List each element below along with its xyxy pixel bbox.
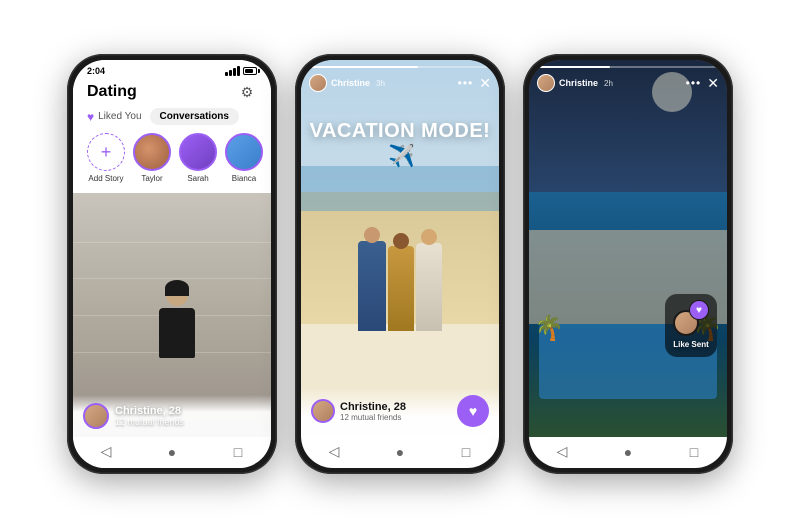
recent-button[interactable]: □ bbox=[224, 444, 252, 460]
like-sent-label: Like Sent bbox=[673, 340, 709, 349]
profile-info-overlay: Christine, 28 12 mutual friends bbox=[73, 395, 271, 437]
status-bar-1: 2:04 bbox=[73, 60, 271, 78]
add-story-label: Add Story bbox=[88, 174, 123, 183]
phones-container: 2:04 Dating ⚙ bbox=[0, 0, 800, 528]
story-person-name: Christine, 28 bbox=[340, 401, 406, 413]
beach-scene bbox=[301, 60, 499, 437]
home-button-3[interactable]: ● bbox=[614, 444, 642, 460]
status-icons bbox=[225, 66, 257, 76]
vacation-mode-text: VACATION MODE! bbox=[310, 120, 491, 142]
phone-dating: 2:04 Dating ⚙ bbox=[67, 54, 277, 474]
dating-tabs: ♥ Liked You Conversations bbox=[73, 108, 271, 133]
story-more-button-3[interactable]: ••• bbox=[686, 76, 702, 90]
home-button-2[interactable]: ● bbox=[386, 444, 414, 460]
phone-story-beach: Christine 3h ••• ✕ VACATION MODE!✈️ bbox=[295, 54, 505, 474]
story-top-bar-3: Christine 2h ••• ✕ bbox=[529, 60, 727, 92]
story-label-sarah: Sarah bbox=[187, 174, 208, 183]
story-beach-fullscreen[interactable]: Christine 3h ••• ✕ VACATION MODE!✈️ bbox=[301, 60, 499, 437]
beach-people bbox=[358, 241, 442, 331]
story-progress-fill bbox=[309, 66, 418, 68]
story-username-3: Christine bbox=[559, 78, 598, 88]
story-username: Christine bbox=[331, 78, 370, 88]
story-avatar-taylor[interactable] bbox=[133, 133, 171, 171]
dating-header: Dating ⚙ bbox=[73, 78, 271, 108]
story-item-taylor[interactable]: Taylor bbox=[133, 133, 171, 183]
story-profile-avatar bbox=[311, 399, 335, 423]
story-more-button[interactable]: ••• bbox=[458, 76, 474, 90]
story-info-bottom: Christine, 28 12 mutual friends ♥ bbox=[301, 387, 499, 437]
story-pool-fullscreen[interactable]: 🌴 🌴 Christine 2h • bbox=[529, 60, 727, 437]
stories-row: + Add Story Taylor Sarah Bianca › S bbox=[73, 133, 271, 193]
gear-icon[interactable]: ⚙ bbox=[237, 82, 257, 102]
profile-person-silhouette bbox=[152, 284, 202, 364]
story-progress-track-3 bbox=[537, 66, 719, 68]
profile-name: Christine, 28 bbox=[115, 405, 261, 417]
profile-mutual-friends: 12 mutual friends bbox=[115, 417, 261, 427]
nav-bar-3: ◁ ● □ bbox=[529, 437, 727, 468]
story-avatar-sarah[interactable] bbox=[179, 133, 217, 171]
back-button-3[interactable]: ◁ bbox=[548, 443, 576, 460]
story-person-mutual: 12 mutual friends bbox=[340, 413, 406, 422]
story-progress-fill-3 bbox=[537, 66, 610, 68]
like-sent-bubble: ♥ Like Sent bbox=[665, 294, 717, 357]
story-label-bianca: Bianca bbox=[232, 174, 256, 183]
profile-card[interactable]: Christine, 28 12 mutual friends bbox=[73, 193, 271, 437]
home-button[interactable]: ● bbox=[158, 444, 186, 460]
like-sent-heart-icon: ♥ bbox=[689, 300, 709, 320]
story-avatar-bianca[interactable] bbox=[225, 133, 263, 171]
back-button-2[interactable]: ◁ bbox=[320, 443, 348, 460]
nav-bar-2: ◁ ● □ bbox=[301, 437, 499, 468]
time-display: 2:04 bbox=[87, 66, 105, 76]
recent-button-2[interactable]: □ bbox=[452, 444, 480, 460]
like-sent-avatars: ♥ bbox=[673, 300, 709, 336]
story-time-3: 2h bbox=[604, 79, 613, 88]
story-item-sarah[interactable]: Sarah bbox=[179, 133, 217, 183]
story-item-bianca[interactable]: Bianca bbox=[225, 133, 263, 183]
nav-bar-1: ◁ ● □ bbox=[73, 437, 271, 468]
palm-tree-left: 🌴 bbox=[534, 314, 564, 343]
story-time: 3h bbox=[376, 79, 385, 88]
add-story-button[interactable]: + bbox=[87, 133, 125, 171]
story-close-button-3[interactable]: ✕ bbox=[707, 76, 719, 90]
story-close-button[interactable]: ✕ bbox=[479, 76, 491, 90]
heart-like-button[interactable]: ♥ bbox=[457, 395, 489, 427]
story-user-avatar bbox=[309, 74, 327, 92]
dating-title: Dating bbox=[87, 83, 137, 101]
story-item-add[interactable]: + Add Story bbox=[87, 133, 125, 183]
tab-liked-you[interactable]: ♥ Liked You bbox=[87, 110, 142, 124]
story-label-taylor: Taylor bbox=[141, 174, 162, 183]
story-top-bar-2: Christine 3h ••• ✕ bbox=[301, 60, 499, 92]
recent-button-3[interactable]: □ bbox=[680, 444, 708, 460]
story-progress-track bbox=[309, 66, 491, 68]
plane-emoji: ✈️ bbox=[388, 143, 415, 168]
story-user-avatar-3 bbox=[537, 74, 555, 92]
back-button[interactable]: ◁ bbox=[92, 443, 120, 460]
profile-mini-avatar bbox=[83, 403, 109, 429]
battery-icon bbox=[243, 67, 257, 75]
tab-conversations[interactable]: Conversations bbox=[150, 108, 239, 125]
story-text-overlay: VACATION MODE!✈️ bbox=[301, 120, 499, 169]
phone-story-pool: 🌴 🌴 Christine 2h • bbox=[523, 54, 733, 474]
